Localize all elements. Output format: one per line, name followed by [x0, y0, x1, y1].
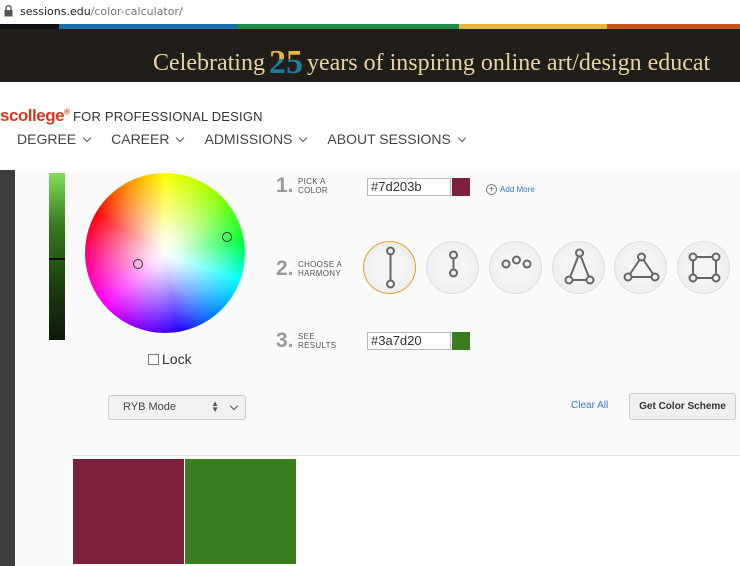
- step-see-results: 3. SEE RESULTS: [276, 329, 358, 353]
- square-icon: [688, 252, 721, 283]
- result-color-swatch[interactable]: [452, 332, 470, 350]
- split-complementary-icon: [449, 250, 458, 278]
- step-pick-color: 1. PICK A COLOR: [276, 174, 358, 198]
- step-label: SEE RESULTS: [298, 332, 337, 350]
- lock-toggle[interactable]: Lock: [148, 351, 192, 367]
- harmony-analogous[interactable]: [489, 241, 542, 294]
- chevron-down-icon: [82, 133, 92, 142]
- pick-color-input[interactable]: #7d203b: [367, 178, 451, 196]
- step-number: 2.: [276, 257, 294, 280]
- color-calculator: Lock 1. PICK A COLOR #7d203b + Add More 2.…: [15, 170, 740, 566]
- banner-number: 25: [268, 44, 303, 81]
- site-logo[interactable]: scollege®: [0, 106, 70, 126]
- lock-icon: [4, 5, 13, 17]
- slider-handle[interactable]: [49, 258, 65, 260]
- logo-tagline: FOR PROFESSIONAL DESIGN: [73, 109, 263, 124]
- url-text: sessions.edu/color-calculator/: [20, 5, 183, 18]
- result-swatch-2[interactable]: [185, 459, 296, 564]
- analogous-icon: [501, 255, 532, 269]
- wheel-handle-primary[interactable]: [222, 232, 232, 242]
- harmony-triad[interactable]: [552, 241, 605, 294]
- chevron-down-icon: [299, 133, 308, 142]
- complementary-icon: [386, 246, 395, 289]
- updown-icon: ▲ ▼: [211, 399, 219, 414]
- harmony-triangle[interactable]: [614, 241, 667, 294]
- brightness-slider[interactable]: [49, 173, 65, 340]
- harmony-square[interactable]: [677, 241, 730, 294]
- chevron-down-icon: [229, 401, 239, 411]
- main-nav: DEGREE CAREER ADMISSIONS ABOUT SESSIONS: [17, 131, 486, 147]
- nav-item-admissions[interactable]: ADMISSIONS: [204, 131, 308, 147]
- step-number: 1.: [276, 174, 294, 197]
- get-color-scheme-button[interactable]: Get Color Scheme: [629, 393, 736, 420]
- triad-icon: [564, 248, 595, 285]
- step-number: 3.: [276, 329, 294, 352]
- lock-checkbox[interactable]: [148, 353, 159, 365]
- site-header: scollege® FOR PROFESSIONAL DESIGN DEGREE…: [0, 82, 740, 170]
- step-choose-harmony: 2. CHOOSE A HARMONY: [276, 257, 358, 281]
- nav-item-degree[interactable]: DEGREE: [17, 131, 92, 147]
- nav-item-career[interactable]: CAREER: [111, 131, 185, 147]
- step-label: PICK A COLOR: [298, 177, 328, 195]
- nav-item-about-sessions[interactable]: ABOUT SESSIONS: [327, 131, 467, 147]
- chevron-down-icon: [457, 133, 467, 142]
- harmony-split[interactable]: [426, 241, 479, 294]
- lock-label: Lock: [162, 351, 192, 367]
- anniversary-banner[interactable]: Celebrating 25 years of inspiring online a…: [0, 29, 740, 82]
- plus-icon: +: [486, 184, 497, 195]
- triangle-icon: [623, 252, 660, 282]
- result-swatch-1[interactable]: [73, 459, 184, 564]
- pick-color-swatch[interactable]: [452, 178, 470, 196]
- address-bar[interactable]: sessions.edu/color-calculator/: [0, 0, 740, 24]
- results-panel: [71, 455, 740, 566]
- mode-select[interactable]: RYB Mode ▲ ▼: [108, 395, 246, 420]
- add-more-link[interactable]: + Add More: [486, 184, 535, 195]
- step-label: CHOOSE A HARMONY: [298, 260, 343, 278]
- result-color-input[interactable]: #3a7d20: [367, 332, 451, 350]
- clear-all-link[interactable]: Clear All: [571, 400, 608, 411]
- color-wheel[interactable]: [85, 173, 245, 333]
- banner-text: Celebrating 25 years of inspiring online a…: [153, 44, 711, 81]
- harmony-complementary[interactable]: [363, 241, 416, 294]
- chevron-down-icon: [176, 133, 185, 142]
- left-gutter: [0, 170, 15, 566]
- wheel-handle-secondary[interactable]: [133, 259, 143, 269]
